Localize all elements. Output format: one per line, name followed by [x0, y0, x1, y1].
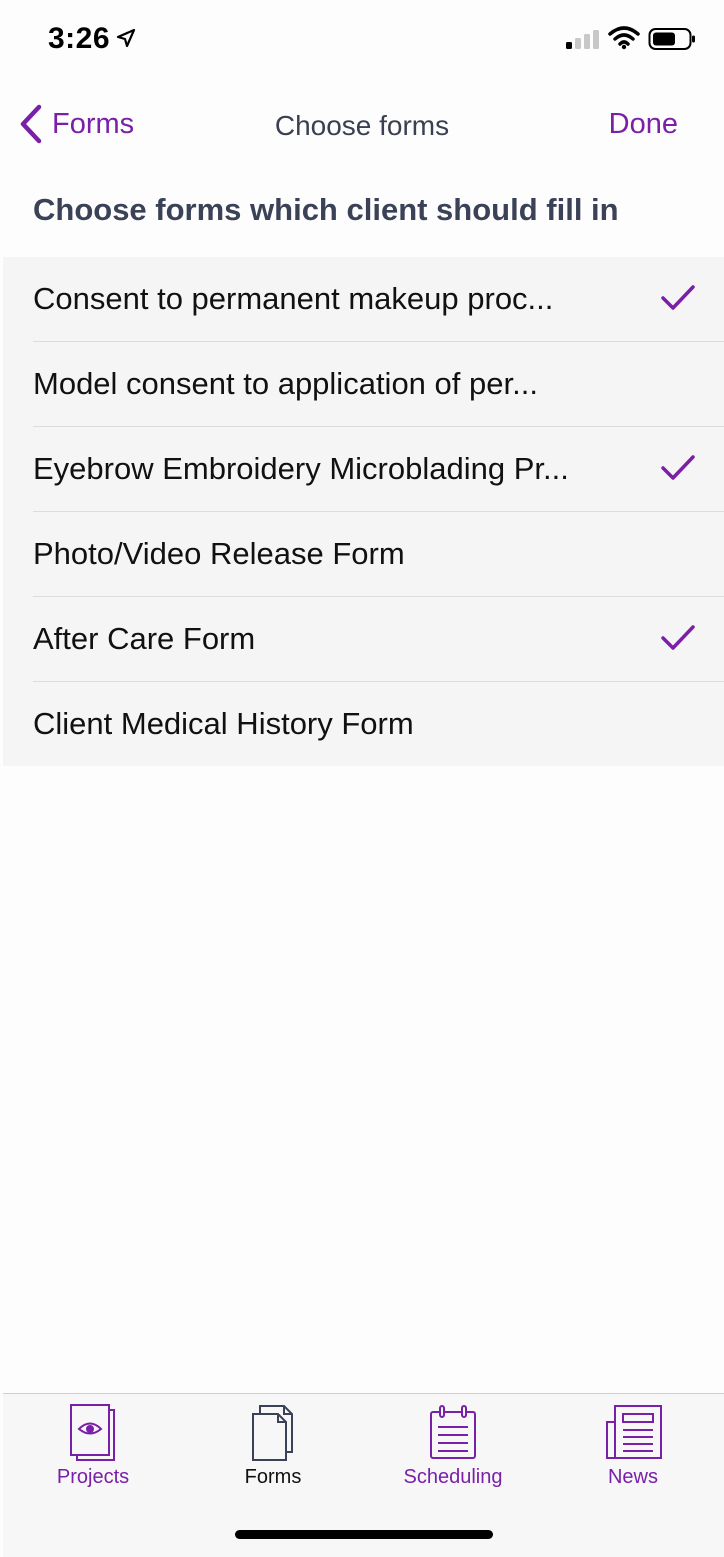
forms-icon	[252, 1405, 293, 1461]
tab-projects-label: Projects	[56, 1466, 130, 1488]
location-arrow-icon	[116, 28, 136, 48]
wifi-icon	[608, 26, 640, 50]
form-label: Consent to permanent makeup proc...	[33, 281, 554, 316]
tab-scheduling[interactable]: Scheduling	[383, 1402, 523, 1492]
status-time: 3:26	[48, 22, 111, 55]
done-button[interactable]: Done	[609, 108, 678, 141]
form-row[interactable]: Consent to permanent makeup proc...	[33, 257, 724, 342]
checkmark-icon	[661, 285, 695, 310]
form-label: Client Medical History Form	[33, 706, 414, 741]
navigation-bar: Forms Choose forms Done	[0, 88, 724, 160]
home-indicator	[235, 1530, 493, 1539]
forms-list: Consent to permanent makeup proc... Model…	[3, 257, 724, 766]
checkmark-icon	[661, 625, 695, 650]
news-icon	[606, 1405, 662, 1459]
form-row[interactable]: Eyebrow Embroidery Microblading Pr...	[33, 427, 724, 512]
form-label: Eyebrow Embroidery Microblading Pr...	[33, 451, 569, 486]
tab-bar: Projects Forms Scheduling News	[3, 1393, 724, 1557]
tab-news[interactable]: News	[563, 1402, 703, 1492]
form-row[interactable]: Photo/Video Release Form	[33, 512, 724, 597]
tab-projects[interactable]: Projects	[23, 1402, 163, 1492]
scheduling-icon	[430, 1405, 476, 1459]
form-row[interactable]: Client Medical History Form	[33, 682, 724, 766]
section-header: Choose forms which client should fill in	[33, 192, 619, 227]
tab-scheduling-label: Scheduling	[403, 1466, 503, 1488]
form-label: After Care Form	[33, 621, 256, 656]
tab-forms[interactable]: Forms	[203, 1402, 343, 1492]
cellular-signal-icon	[566, 30, 599, 49]
status-bar: 3:26	[0, 0, 724, 80]
checkmark-icon	[661, 455, 695, 480]
tab-forms-label: Forms	[244, 1466, 302, 1488]
form-row[interactable]: After Care Form	[33, 597, 724, 682]
battery-icon	[648, 28, 695, 50]
form-label: Photo/Video Release Form	[33, 536, 405, 571]
form-row[interactable]: Model consent to application of per...	[33, 342, 724, 427]
projects-icon	[70, 1404, 115, 1461]
tab-news-label: News	[607, 1466, 658, 1488]
form-label: Model consent to application of per...	[33, 366, 538, 401]
